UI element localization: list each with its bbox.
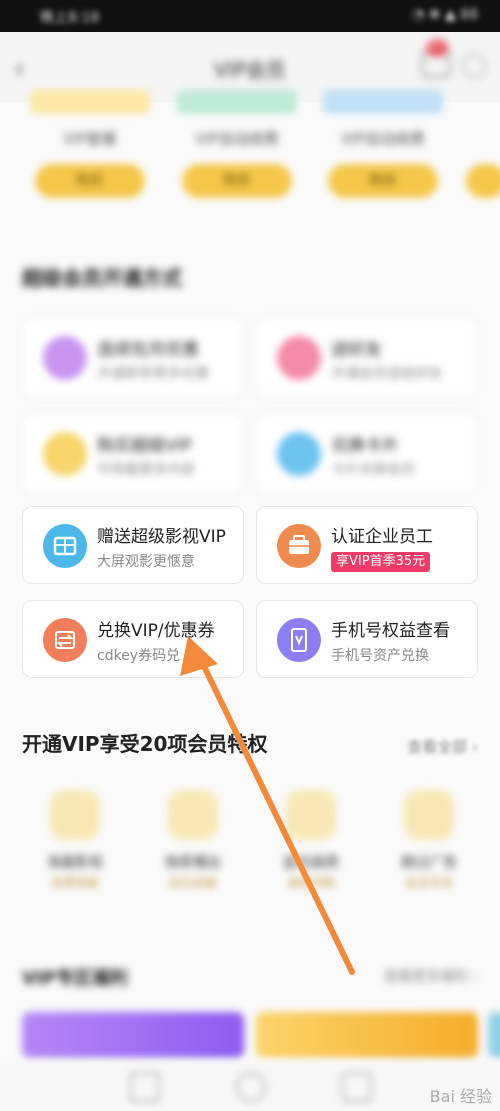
watermark: Bai 经验 bbox=[429, 1087, 492, 1106]
annotation-arrow bbox=[180, 636, 355, 975]
